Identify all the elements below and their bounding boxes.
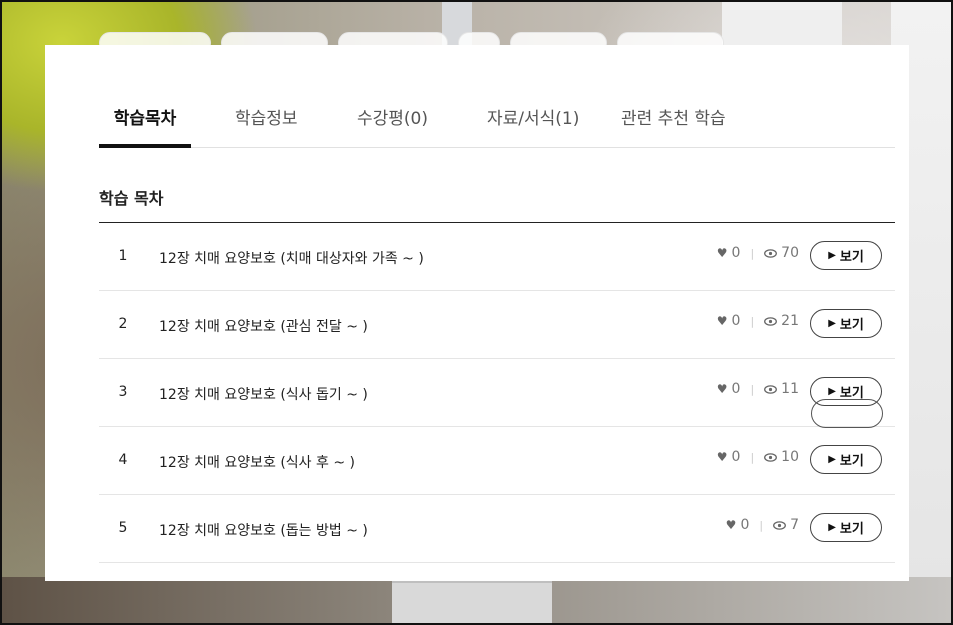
lesson-stats: ♥ 0 | 10 (717, 449, 799, 465)
divider: | (750, 314, 755, 328)
view-button[interactable]: ▶ 보기 (810, 445, 882, 474)
lesson-title[interactable]: 12장 치매 요양보호 (관심 전달 ~ ) (159, 316, 368, 336)
play-icon: ▶ (828, 318, 836, 329)
lesson-title[interactable]: 12장 치매 요양보호 (식사 후 ~ ) (159, 452, 355, 472)
like-count: 0 (731, 245, 741, 261)
like-count: 0 (740, 517, 750, 533)
heart-icon[interactable]: ♥ (726, 518, 737, 532)
tab-reviews[interactable]: 수강평(0) (357, 101, 428, 147)
tab-materials[interactable]: 자료/서식(1) (487, 101, 579, 147)
lesson-stats: ♥ 0 | 70 (717, 245, 799, 261)
heart-icon[interactable]: ♥ (717, 314, 728, 328)
view-count: 7 (790, 517, 799, 533)
tab-recommended[interactable]: 관련 추천 학습 (621, 101, 726, 147)
play-icon: ▶ (828, 250, 836, 261)
divider: | (750, 450, 755, 464)
lesson-number: 5 (118, 520, 128, 536)
tab-label: 학습정보 (235, 109, 298, 129)
view-count: 70 (781, 245, 799, 261)
tab-info[interactable]: 학습정보 (235, 101, 298, 147)
view-button[interactable]: ▶ 보기 (810, 241, 882, 270)
eye-icon (764, 248, 778, 258)
eye-icon (764, 384, 778, 394)
tab-curriculum[interactable]: 학습목차 (99, 101, 191, 148)
view-count: 21 (781, 313, 799, 329)
eye-icon (764, 316, 778, 326)
lesson-row: 3 12장 치매 요양보호 (식사 돕기 ~ ) ♥ 0 | 11 ▶ 보기 (99, 359, 895, 427)
like-count: 0 (731, 313, 741, 329)
play-icon: ▶ (828, 522, 836, 533)
section-title: 학습 목차 (99, 189, 164, 208)
tab-bar: 학습목차 학습정보 수강평(0) 자료/서식(1) 관련 추천 학습 (99, 101, 895, 148)
view-button[interactable]: ▶ 보기 (810, 513, 882, 542)
lesson-number: 1 (118, 248, 128, 264)
tab-label: 수강평(0) (357, 109, 429, 129)
lesson-row: 4 12장 치매 요양보호 (식사 후 ~ ) ♥ 0 | 10 ▶ 보기 (99, 427, 895, 495)
view-button-label: 보기 (839, 250, 864, 265)
view-button[interactable]: ▶ 보기 (810, 309, 882, 338)
course-content-panel: 학습목차 학습정보 수강평(0) 자료/서식(1) 관련 추천 학습 학습 목차… (45, 45, 909, 581)
like-count: 0 (731, 449, 741, 465)
lesson-stats: ♥ 0 | 11 (717, 381, 799, 397)
heart-icon[interactable]: ♥ (717, 450, 728, 464)
lesson-row: 2 12장 치매 요양보호 (관심 전달 ~ ) ♥ 0 | 21 ▶ 보기 (99, 291, 895, 359)
heart-icon[interactable]: ♥ (717, 246, 728, 260)
play-icon: ▶ (828, 386, 836, 397)
lesson-title[interactable]: 12장 치매 요양보호 (식사 돕기 ~ ) (159, 384, 368, 404)
view-count: 10 (781, 449, 799, 465)
lesson-title[interactable]: 12장 치매 요양보호 (치매 대상자와 가족 ~ ) (159, 248, 424, 268)
lesson-list: 1 12장 치매 요양보호 (치매 대상자와 가족 ~ ) ♥ 0 | 70 ▶… (99, 222, 895, 563)
lesson-number: 4 (118, 452, 128, 468)
view-button[interactable] (811, 399, 883, 428)
lesson-number: 3 (118, 384, 128, 400)
tab-label: 관련 추천 학습 (621, 109, 726, 129)
heart-icon[interactable]: ♥ (717, 382, 728, 396)
lesson-title[interactable]: 12장 치매 요양보호 (돕는 방법 ~ ) (159, 520, 368, 540)
lesson-stats: ♥ 0 | 21 (717, 313, 799, 329)
divider: | (750, 382, 755, 396)
play-icon: ▶ (828, 454, 836, 465)
view-button-label: 보기 (839, 318, 864, 333)
view-button-label: 보기 (839, 522, 864, 537)
tab-label: 자료/서식(1) (487, 109, 580, 129)
eye-icon (764, 452, 778, 462)
background-shape (722, 2, 842, 47)
divider: | (750, 246, 755, 260)
divider: | (759, 518, 764, 532)
like-count: 0 (731, 381, 741, 397)
screenshot-frame: 학습목차 학습정보 수강평(0) 자료/서식(1) 관련 추천 학습 학습 목차… (0, 0, 953, 625)
view-button-label: 보기 (839, 454, 864, 469)
eye-icon (773, 520, 787, 530)
lesson-row: 5 12장 치매 요양보호 (돕는 방법 ~ ) ♥ 0 | 7 ▶ 보기 (99, 495, 895, 563)
background-shape (392, 581, 552, 623)
active-tab-indicator (99, 144, 191, 148)
lesson-row: 1 12장 치매 요양보호 (치매 대상자와 가족 ~ ) ♥ 0 | 70 ▶… (99, 223, 895, 291)
view-count: 11 (781, 381, 799, 397)
lesson-stats: ♥ 0 | 7 (726, 517, 799, 533)
lesson-number: 2 (118, 316, 128, 332)
tab-label: 학습목차 (113, 109, 177, 129)
